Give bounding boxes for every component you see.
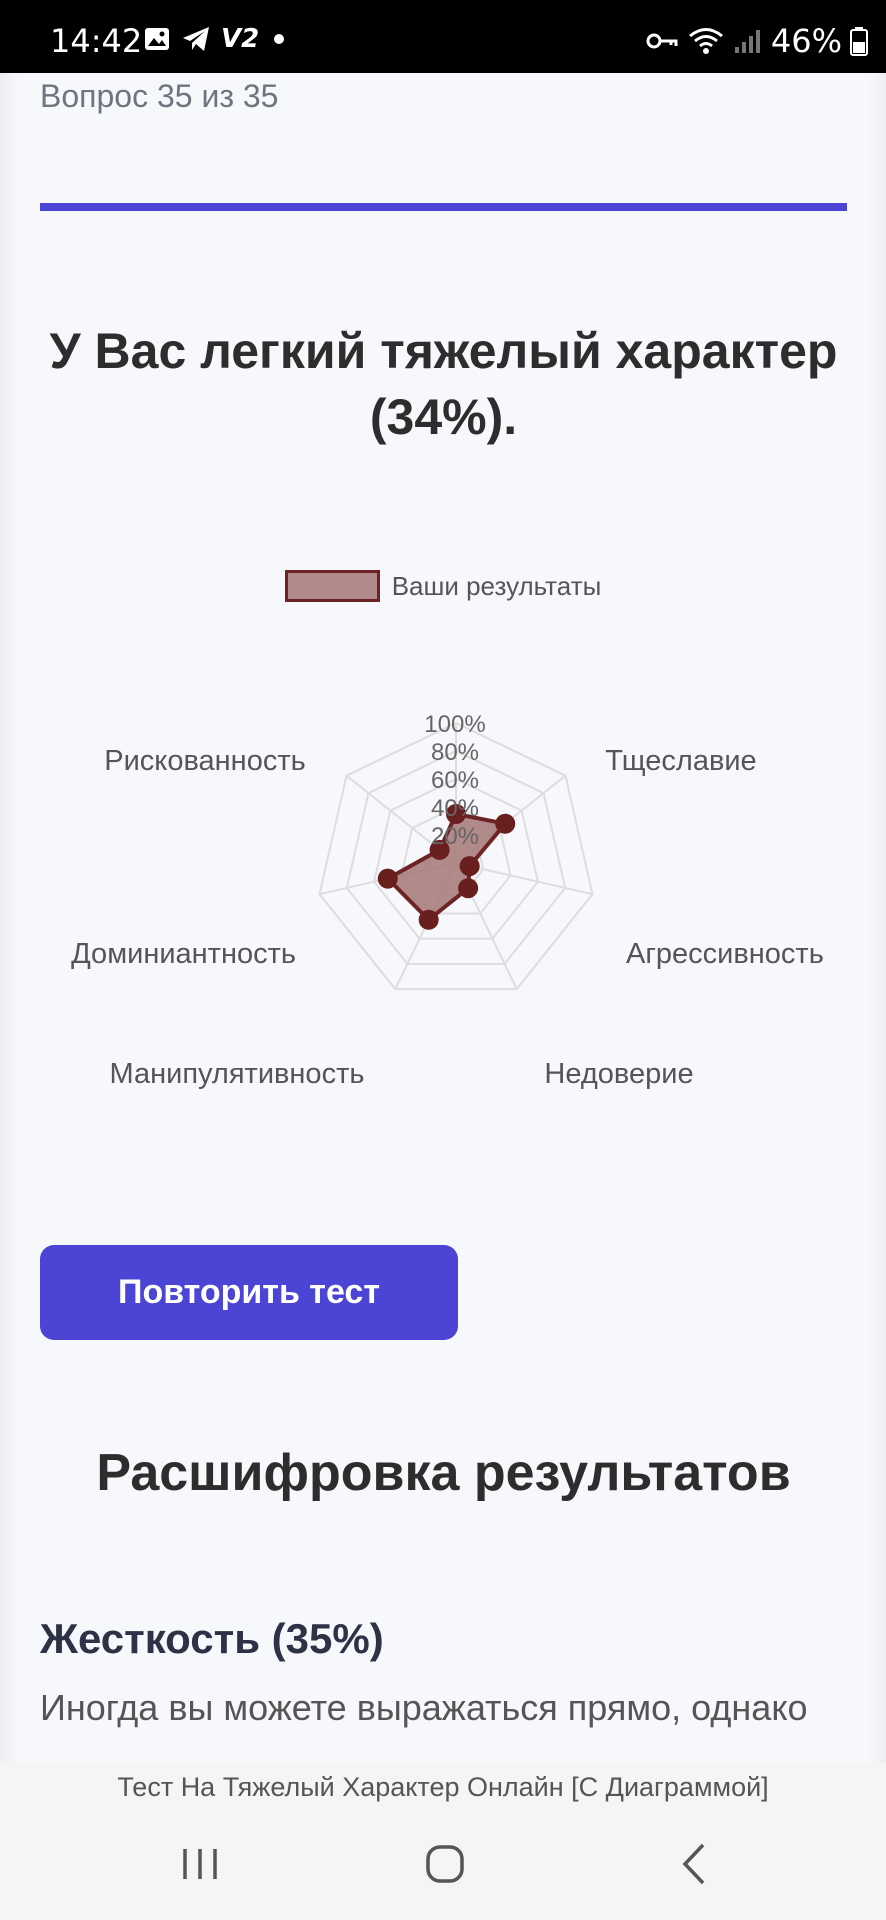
recent-apps-icon[interactable] xyxy=(175,1839,225,1889)
dot-icon xyxy=(274,34,285,44)
back-icon[interactable] xyxy=(670,1839,720,1889)
battery-icon xyxy=(850,27,868,56)
signal-icon xyxy=(734,30,760,53)
status-bar: 14:42 V2 46% xyxy=(0,0,886,73)
page-title-bar[interactable]: Тест На Тяжелый Характер Онлайн [С Диагр… xyxy=(0,1763,886,1811)
legend-label: Ваши результаты xyxy=(391,570,602,601)
radar-chart: 20%40%60%80%100%ЖесткостьТщеславиеАгресс… xyxy=(71,713,824,1090)
radar-axis-label: Тщеславие xyxy=(605,745,756,777)
radar-tick-label: 20% xyxy=(431,823,479,850)
radar-point xyxy=(458,878,479,899)
home-icon[interactable] xyxy=(420,1839,470,1889)
radar-point xyxy=(495,813,516,834)
radar-axis-label: Агрессивность xyxy=(626,938,824,970)
radar-tick-label: 100% xyxy=(424,713,485,738)
battery-percent: 46% xyxy=(770,22,842,60)
result-title: У Вас легкий тяжелый характер (34%). xyxy=(49,323,838,445)
vpn-label: V2 xyxy=(221,24,260,54)
radar-tick-label: 40% xyxy=(431,795,479,822)
question-counter: Вопрос 35 из 35 xyxy=(40,78,279,114)
chart-legend[interactable]: Ваши результаты xyxy=(0,570,886,602)
radar-point xyxy=(377,868,398,889)
radar-axis-label: Недоверие xyxy=(544,1058,693,1090)
image-icon xyxy=(145,28,169,50)
status-time: 14:42 xyxy=(50,22,143,60)
radar-tick-label: 80% xyxy=(431,739,479,766)
telegram-icon xyxy=(183,27,209,51)
key-icon xyxy=(646,33,678,49)
wifi-icon xyxy=(688,28,723,54)
radar-axis-label: Доминиантность xyxy=(71,938,296,970)
legend-swatch xyxy=(284,570,380,602)
status-right: 46% xyxy=(645,22,868,60)
repeat-test-button[interactable]: Повторить тест xyxy=(40,1245,458,1340)
trait-heading: Жесткость (35%) xyxy=(40,1615,384,1662)
interpretation-heading: Расшифровка результатов xyxy=(96,1444,791,1502)
page-content: Вопрос 35 из 35 У Вас легкий тяжелый хар… xyxy=(0,73,886,1763)
radar-point xyxy=(459,856,480,877)
navigation-bar xyxy=(0,1811,886,1920)
trait-description: Иногда вы можете выражаться прямо, однак… xyxy=(40,1687,808,1728)
status-left-icons: V2 xyxy=(143,24,289,54)
progress-bar xyxy=(40,203,847,211)
radar-tick-label: 60% xyxy=(431,767,479,794)
radar-axis-label: Рискованность xyxy=(104,745,305,777)
radar-axis-label: Манипулятивность xyxy=(110,1058,365,1090)
radar-point xyxy=(418,909,439,930)
